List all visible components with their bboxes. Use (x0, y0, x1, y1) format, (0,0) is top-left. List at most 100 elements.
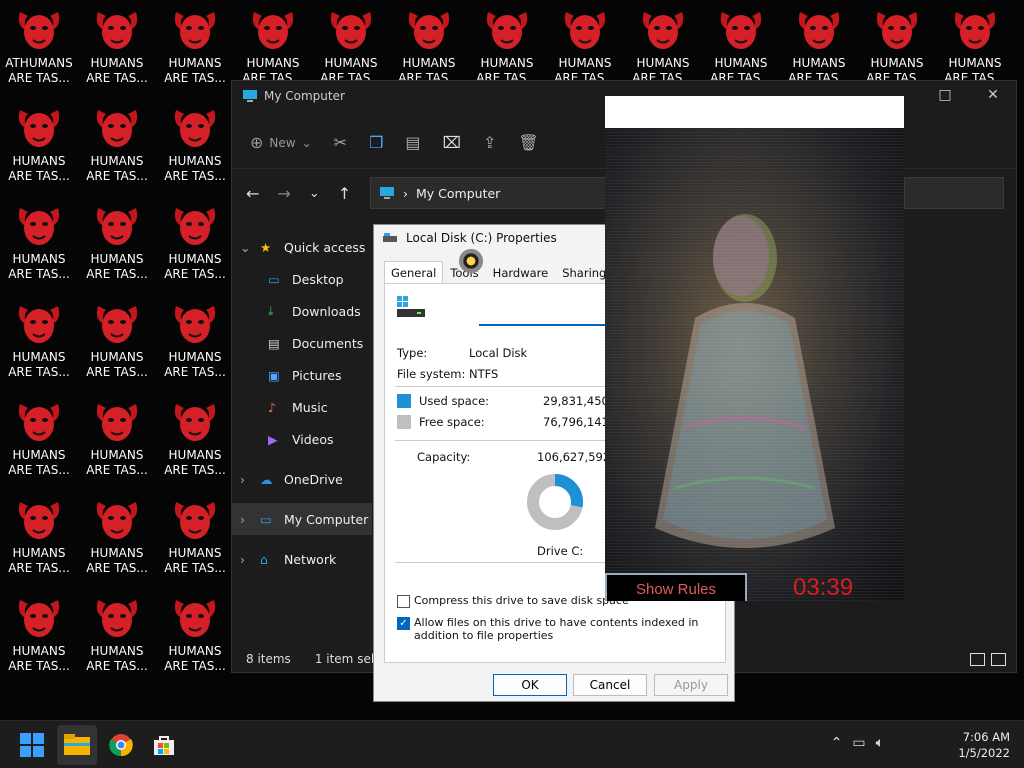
chevron-up-icon[interactable]: ⌃ (831, 735, 843, 751)
desktop-icon-humans[interactable]: HUMANS ARE TAS... (156, 98, 234, 196)
desktop-icon-label: HUMANS ARE TAS... (164, 350, 226, 379)
new-label: New (269, 135, 296, 150)
demon-face-icon (18, 306, 60, 343)
nav-item-quick-access[interactable]: ⌄ ★ Quick access (232, 231, 372, 263)
close-button[interactable]: ✕ (970, 87, 1016, 103)
nav-item-music[interactable]: ♪ Music (232, 391, 372, 423)
nav-item-onedrive[interactable]: › ☁ OneDrive (232, 463, 372, 495)
desktop-icon-humans[interactable]: HUMANS ARE TAS... (0, 490, 78, 588)
cut-icon[interactable]: ✂ (334, 133, 347, 152)
network-icon: ⌂ (260, 551, 268, 567)
recent-chevron-icon[interactable]: ⌄ (309, 186, 320, 201)
expand-chevron-icon[interactable]: › (240, 512, 252, 527)
demon-face-icon (96, 600, 138, 637)
nav-item-documents[interactable]: ▤ Documents (232, 327, 372, 359)
demon-face-icon (18, 12, 60, 49)
filesystem-value: NTFS (469, 367, 499, 381)
network-status-icon[interactable]: ▭ (852, 735, 865, 751)
drive-icon (397, 296, 425, 317)
desktop-icon-humans[interactable]: HUMANS ARE TAS... (78, 196, 156, 294)
desktop-icon-humans[interactable]: HUMANS ARE TAS... (78, 392, 156, 490)
desktop-icon-humans[interactable]: HUMANS ARE TAS... (156, 196, 234, 294)
breadcrumb-chevron-icon: › (403, 185, 408, 201)
window-title-bar: My Computer (242, 89, 345, 103)
nav-item-downloads[interactable]: ⤓ Downloads (232, 295, 372, 327)
share-icon[interactable]: ⇪ (483, 133, 496, 152)
demon-face-icon (96, 110, 138, 147)
desktop-icon-humans[interactable]: HUMANS ARE TAS... (156, 0, 234, 98)
desktop-icon-humans[interactable]: HUMANS ARE TAS... (156, 294, 234, 392)
window-title: My Computer (264, 89, 345, 103)
demon-face-icon (18, 502, 60, 539)
expand-chevron-icon[interactable]: › (240, 552, 252, 567)
apply-button[interactable]: Apply (654, 674, 728, 696)
paste-icon[interactable]: ▤ (405, 133, 420, 152)
taskbar-file-explorer[interactable] (57, 725, 97, 765)
up-arrow-icon[interactable]: ↑ (338, 184, 351, 203)
index-checkbox[interactable]: ✓ (397, 617, 410, 630)
demon-face-icon (174, 208, 216, 245)
desktop-icon-humans[interactable]: HUMANS ARE TAS... (0, 294, 78, 392)
ok-button[interactable]: OK (493, 674, 567, 696)
maximize-button[interactable]: □ (922, 87, 968, 103)
search-input[interactable] (904, 177, 1004, 209)
nav-item-videos[interactable]: ▶ Videos (232, 423, 372, 455)
taskbar-store[interactable] (144, 725, 184, 765)
desktop-icon-humans[interactable]: HUMANS ARE TAS... (0, 392, 78, 490)
folder-icon (64, 734, 90, 755)
video-overlay-window: Show Rules 03:39 (605, 96, 904, 601)
desktop-icon-humans[interactable]: HUMANS ARE TAS... (78, 98, 156, 196)
new-button[interactable]: ⊕ New ⌄ (250, 133, 312, 152)
demon-face-icon (876, 12, 918, 49)
index-checkbox-row[interactable]: ✓ Allow files on this drive to have cont… (397, 616, 717, 642)
address-bar[interactable]: › My Computer (370, 177, 610, 209)
type-value: Local Disk (469, 346, 528, 360)
rename-icon[interactable]: ⌧ (443, 133, 461, 152)
desktop-icon-humans[interactable]: HUMANS ARE TAS... (78, 294, 156, 392)
nav-item-desktop[interactable]: ▭ Desktop (232, 263, 372, 295)
details-view-icon[interactable] (970, 653, 985, 666)
desktop-icon-label: HUMANS ARE TAS... (8, 644, 70, 673)
cancel-button[interactable]: Cancel (573, 674, 647, 696)
desktop-icon-humans[interactable]: HUMANS ARE TAS... (78, 0, 156, 98)
delete-icon[interactable]: 🗑 (518, 133, 538, 152)
show-rules-button[interactable]: Show Rules (605, 573, 747, 601)
clock-date: 1/5/2022 (958, 746, 1010, 760)
desktop-icon-humans[interactable]: HUMANS ARE TAS... (156, 588, 234, 686)
drive-name-input[interactable] (479, 302, 619, 326)
computer-icon: ▭ (260, 511, 272, 527)
desktop-icon-humans[interactable]: HUMANS ARE TAS... (156, 490, 234, 588)
desktop-icon-humans[interactable]: HUMANS ARE TAS... (0, 196, 78, 294)
desktop-icon-humans[interactable]: HUMANS ARE TAS... (0, 98, 78, 196)
breadcrumb: My Computer (416, 185, 501, 201)
expand-chevron-icon[interactable]: › (240, 472, 252, 487)
desktop-icon-humans[interactable]: HUMANS ARE TAS... (156, 392, 234, 490)
taskbar-chrome[interactable] (101, 725, 141, 765)
nav-item-network[interactable]: › ⌂ Network (232, 543, 372, 575)
document-icon: ▤ (268, 335, 280, 351)
compress-checkbox[interactable] (397, 595, 410, 608)
desktop-icon-humans[interactable]: HUMANS ARE TAS... (0, 588, 78, 686)
download-icon: ⤓ (268, 303, 274, 318)
nav-item-pictures[interactable]: ▣ Pictures (232, 359, 372, 391)
tiles-view-icon[interactable] (991, 653, 1006, 666)
desktop-icon-label: HUMANS ARE TAS... (86, 56, 148, 85)
desktop-icon-humans[interactable]: HUMANS ARE TAS... (78, 588, 156, 686)
start-button[interactable] (12, 725, 52, 765)
nav-item-label: Documents (292, 335, 364, 351)
expand-chevron-icon[interactable]: ⌄ (240, 240, 252, 255)
demon-face-icon (96, 208, 138, 245)
item-count: 8 items (246, 652, 291, 666)
desktop-icon-humans[interactable]: HUMANS ARE TAS... (78, 490, 156, 588)
volume-icon[interactable]: 🔈︎ (876, 735, 884, 751)
demon-face-icon (330, 12, 372, 49)
tab-general[interactable]: General (384, 261, 444, 285)
type-row: Type: Local Disk (397, 346, 527, 360)
tab-hardware[interactable]: Hardware (486, 261, 556, 285)
forward-arrow-icon[interactable]: → (277, 184, 290, 203)
nav-item-my-computer[interactable]: › ▭ My Computer (232, 503, 372, 535)
clock[interactable]: 7:06 AM 1/5/2022 (958, 729, 1010, 761)
desktop-icon-humans[interactable]: ATHUMANS ARE TAS... (0, 0, 78, 98)
back-arrow-icon[interactable]: ← (246, 184, 259, 203)
copy-icon[interactable]: ❐ (369, 133, 383, 152)
